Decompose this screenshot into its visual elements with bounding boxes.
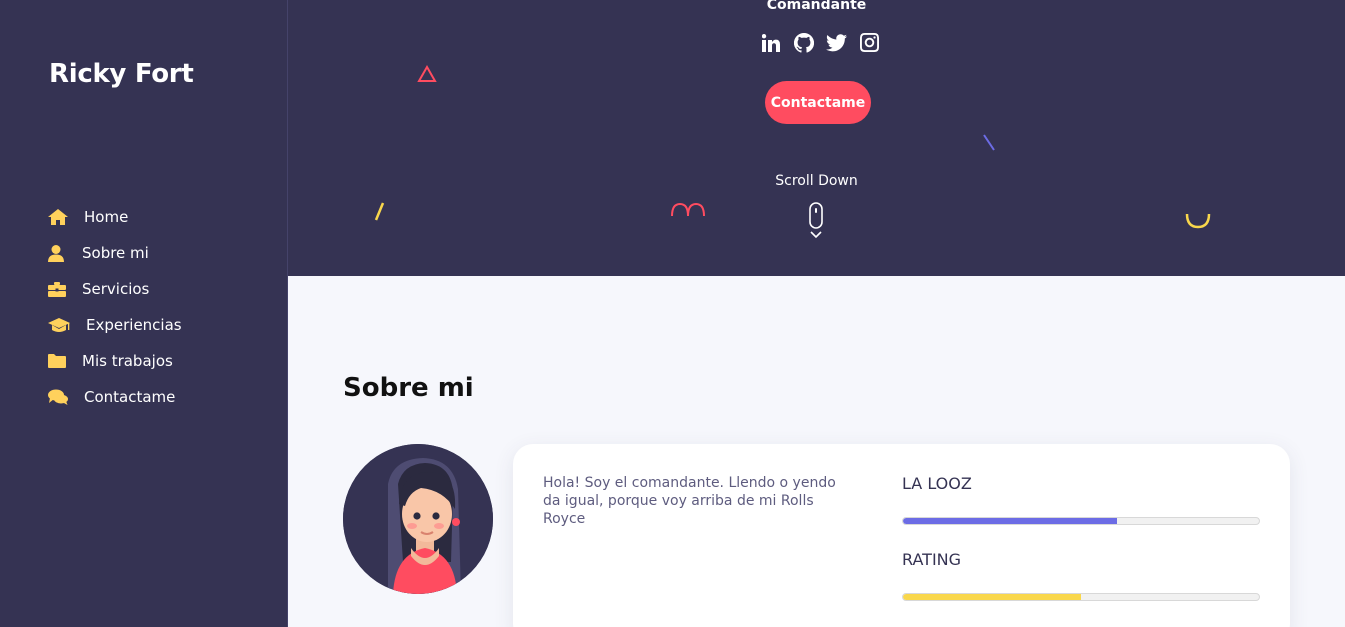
skill-progress-fill [903, 518, 1117, 524]
sidebar-item-label: Contactame [84, 388, 176, 406]
sidebar-item-contactame[interactable]: Contactame [48, 379, 182, 415]
graduation-cap-icon [48, 315, 86, 335]
bio-text: Hola! Soy el comandante. Llendo o yendo … [543, 475, 836, 527]
sidebar-nav: Home Sobre mi Servicios Experiencias Mis… [48, 199, 182, 415]
contact-button[interactable]: Contactame [765, 81, 871, 124]
sidebar-item-label: Mis trabajos [82, 352, 173, 370]
skill-progress-bar [902, 593, 1260, 601]
hero-name: Comandante [766, 0, 867, 13]
sidebar-item-label: Home [84, 208, 129, 226]
avatar-illustration [343, 444, 493, 594]
line-shape [374, 202, 385, 221]
arc-shape [1185, 213, 1211, 229]
skill-label: RATING [902, 550, 962, 569]
folder-icon [48, 351, 82, 371]
sidebar-item-label: Servicios [82, 280, 150, 298]
home-icon [48, 207, 84, 227]
instagram-icon[interactable] [859, 32, 880, 53]
scroll-down-label[interactable]: Scroll Down [288, 173, 1345, 189]
hero-section: Comandante Contactame Scroll Down [288, 0, 1345, 276]
github-icon[interactable] [793, 32, 814, 53]
sidebar-item-label: Sobre mi [82, 244, 149, 262]
sidebar-item-mis-trabajos[interactable]: Mis trabajos [48, 343, 182, 379]
skill-label: LA LOOZ [902, 474, 972, 493]
section-title: Sobre mi [343, 373, 474, 403]
sidebar: Ricky Fort Home Sobre mi Servicios Exper… [0, 0, 288, 627]
line-shape [983, 134, 995, 151]
skill-progress-fill [903, 594, 1081, 600]
sidebar-item-home[interactable]: Home [48, 199, 182, 235]
sidebar-item-experiencias[interactable]: Experiencias [48, 307, 182, 343]
triangle-shape [417, 64, 437, 82]
linkedin-icon[interactable] [760, 32, 781, 53]
wave-shape [671, 202, 705, 217]
mouse-scroll-icon[interactable] [808, 202, 824, 242]
social-links [760, 32, 880, 53]
briefcase-icon [48, 279, 82, 299]
sidebar-item-label: Experiencias [86, 316, 182, 334]
about-card: Hola! Soy el comandante. Llendo o yendo … [513, 444, 1290, 627]
brand-name[interactable]: Ricky Fort [49, 59, 194, 89]
user-icon [48, 243, 82, 263]
comments-icon [48, 387, 84, 407]
sidebar-item-servicios[interactable]: Servicios [48, 271, 182, 307]
sidebar-item-sobre-mi[interactable]: Sobre mi [48, 235, 182, 271]
twitter-icon[interactable] [826, 32, 847, 53]
avatar [343, 444, 493, 594]
skill-progress-bar [902, 517, 1260, 525]
